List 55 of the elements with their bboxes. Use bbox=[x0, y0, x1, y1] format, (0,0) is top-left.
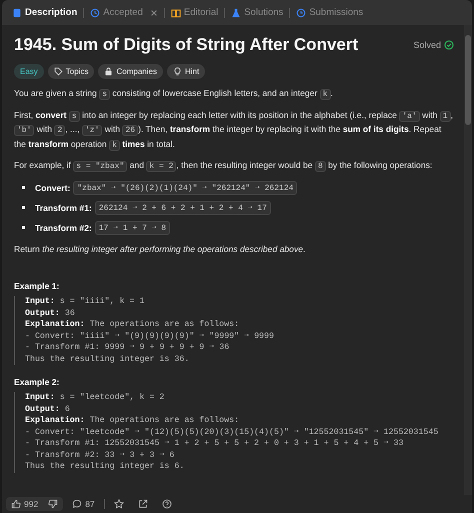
example-line: - Convert: "leetcode" ➝ "(12)(5)(5)(20)(3)(15)(4)(5)" ➝ "12552031545" ➝ 12552031545 bbox=[25, 426, 440, 438]
difficulty-badge: Easy bbox=[14, 64, 44, 79]
check-circle-icon bbox=[444, 40, 454, 50]
tab[interactable]: Submissions bbox=[294, 5, 366, 20]
topics-button[interactable]: Topics bbox=[48, 64, 94, 79]
example-line: - Transform #1: 9999 ➝ 9 + 9 + 9 + 9 ➝ 36 bbox=[25, 342, 230, 354]
example-line: Explanation: The operations are as follows: bbox=[25, 319, 240, 330]
example-heading: Example 1: bbox=[14, 281, 60, 291]
bullet-label: Convert: bbox=[35, 182, 70, 192]
description-paragraph: You are given a string s consisting of lowercase English letters, and an integer k . bbox=[14, 87, 334, 102]
example-line: - Transform #1: 12552031545 ➝ 1 + 2 + 5 + 5 + 2 + 0 + 3 + 1 + 5 + 4 + 5 ➝ 33 bbox=[25, 438, 404, 450]
example-line: Input: s = "leetcode", k = 2 bbox=[25, 392, 166, 404]
lightbulb-icon bbox=[172, 67, 182, 76]
lock-icon bbox=[104, 67, 114, 76]
solved-status: Solved bbox=[413, 40, 441, 50]
description-paragraph: For example, if s = "zbax" and k = 2 , then the resulting integer would be 8 by the following operations: bbox=[14, 159, 434, 174]
like-button[interactable]: 992 bbox=[6, 497, 44, 511]
example-line: Output: 36 bbox=[25, 308, 76, 319]
example-line: - Convert: "iiii" ➝ "(9)(9)(9)(9)" ➝ "9999" ➝ 9999 bbox=[25, 330, 275, 342]
description-paragraph: First, convert s into an integer by replacing each letter with its position in the alphabet (i.e., replace 'a' with 1 , 'b' with 2 , ..., 'z' with 26 ). Then, transform the integer by replacing it with the sum of its digits. Repeat the transform operation k times in total. bbox=[14, 108, 454, 152]
clock-icon bbox=[90, 8, 100, 18]
tab[interactable]: Solutions bbox=[229, 5, 286, 20]
question-mark-icon bbox=[162, 499, 172, 509]
example-line: Output: 6 bbox=[25, 404, 71, 415]
example-line: Explanation: The operations are as follows: bbox=[25, 415, 240, 426]
bullet-label: Transform #2: bbox=[35, 222, 92, 232]
code-snippet: 262124 ➝ 2 + 6 + 2 + 1 + 2 + 4 ➝ 17 bbox=[94, 200, 271, 214]
bullet-label: Transform #1: bbox=[35, 202, 92, 212]
comments-button[interactable]: 87 bbox=[67, 497, 100, 511]
history-icon bbox=[296, 8, 306, 18]
tab[interactable]: Accepted bbox=[88, 5, 160, 20]
tab[interactable]: Description bbox=[10, 5, 80, 20]
problem-title: 1945. Sum of Digits of String After Convert bbox=[14, 35, 360, 55]
thumbs-up-icon bbox=[11, 499, 21, 509]
scrollbar[interactable] bbox=[464, 25, 472, 495]
thumbs-down-icon bbox=[48, 499, 58, 509]
tag-icon bbox=[54, 67, 63, 76]
companies-button[interactable]: Companies bbox=[98, 64, 163, 79]
document-icon bbox=[12, 8, 22, 18]
book-icon bbox=[170, 8, 181, 18]
hint-button[interactable]: Hint bbox=[166, 64, 206, 79]
close-icon[interactable] bbox=[150, 8, 158, 16]
description-paragraph: Return the resulting integer after performing the operations described above. bbox=[14, 242, 306, 255]
code-snippet: "zbax" ➝ "(26)(2)(1)(24)" ➝ "262124" ➝ 262124 bbox=[73, 180, 298, 194]
speech-bubble-icon bbox=[72, 499, 82, 509]
example-line: Thus the resulting integer is 36. bbox=[25, 354, 190, 365]
share-icon bbox=[138, 499, 148, 509]
example-line: - Transform #2: 33 ➝ 3 + 3 ➝ 6 bbox=[25, 450, 176, 461]
example-line: Thus the resulting integer is 6. bbox=[25, 461, 186, 472]
example-heading: Example 2: bbox=[14, 377, 60, 387]
code-snippet: 17 ➝ 1 + 7 ➝ 8 bbox=[94, 220, 170, 234]
tab[interactable]: Editorial bbox=[168, 5, 220, 20]
example-line: Input: s = "iiii", k = 1 bbox=[25, 296, 146, 308]
flask-icon bbox=[231, 8, 242, 18]
star-icon bbox=[114, 499, 124, 509]
